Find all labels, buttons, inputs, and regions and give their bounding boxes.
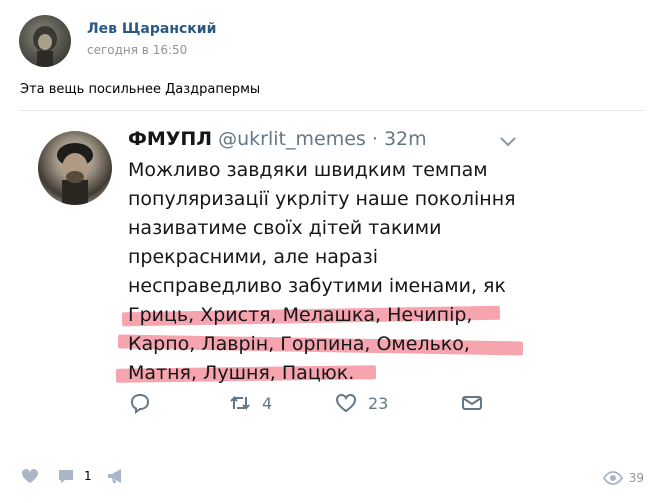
wall-post: Лев Щаранский сегодня в 16:50 Эта вещь п… [0, 0, 665, 503]
tweet-line: Матня, Лушня, Пацюк. [128, 362, 355, 384]
tweet-line: називатиме своїх дітей такими [128, 217, 442, 239]
tweet-header: ФМУПЛ @ukrlit_memes · 32m [128, 128, 427, 150]
tweet-highlighted-line: Карпо, Лаврін, Горпина, Омелько, [117, 330, 528, 359]
tweet-separator: · [371, 128, 378, 150]
author-name[interactable]: Лев Щаранский [87, 21, 216, 37]
retweet-count: 4 [262, 393, 273, 413]
megaphone-icon [108, 469, 121, 483]
views-counter: 39 [602, 468, 644, 488]
like-count: 23 [368, 393, 389, 413]
tweet-text: Можливо завдяки швидким темпам популяриз… [115, 156, 528, 388]
retweet-action[interactable]: 4 [228, 391, 272, 415]
chevron-down-icon [500, 137, 516, 147]
tweet-line: несправедливо забутими іменами, як [128, 275, 506, 297]
tweet-actions: 4 23 [128, 391, 528, 417]
like-action[interactable]: 23 [334, 391, 388, 415]
tweet-highlighted-line: Матня, Лушня, Пацюк. [115, 359, 528, 388]
post-text: Эта вещь посильнее Даздрапермы [20, 82, 261, 97]
eye-icon [602, 471, 623, 485]
tweet-line: Можливо завдяки швидким темпам [128, 159, 488, 181]
retweet-icon [230, 395, 250, 411]
tweet-avatar [38, 131, 112, 205]
tweet-line: популяризації укрліту наше покоління [128, 188, 516, 210]
tweet-handle: @ukrlit_memes [218, 128, 366, 150]
comment-button[interactable]: 1 [56, 466, 92, 486]
tweet-author-name: ФМУПЛ [128, 128, 213, 150]
like-button[interactable] [20, 466, 40, 490]
author-avatar[interactable] [19, 15, 71, 67]
tweet-line: Карпо, Лаврін, Горпина, Омелько, [128, 333, 470, 355]
comment-icon [59, 470, 73, 483]
heart-icon [335, 393, 357, 413]
heart-icon [22, 469, 38, 483]
message-action[interactable] [460, 391, 484, 415]
post-time[interactable]: сегодня в 16:50 [87, 43, 187, 57]
mail-icon [462, 396, 482, 410]
tweet-line: Гриць, Христя, Мелашка, Нечипір, [128, 304, 473, 326]
views-count: 39 [628, 471, 644, 485]
tweet-highlighted-line: Гриць, Христя, Мелашка, Нечипір, [121, 301, 528, 330]
tweet-age: 32m [383, 128, 427, 150]
tweet-line: прекрасними, але наразі [128, 246, 378, 268]
reply-icon [130, 393, 150, 414]
share-button[interactable] [106, 466, 126, 490]
tweet-screenshot: ФМУПЛ @ukrlit_memes · 32m Можливо завдяк… [20, 110, 644, 431]
reply-action[interactable] [128, 391, 152, 415]
comment-count: 1 [84, 469, 92, 483]
post-footer: 1 39 [20, 462, 644, 492]
